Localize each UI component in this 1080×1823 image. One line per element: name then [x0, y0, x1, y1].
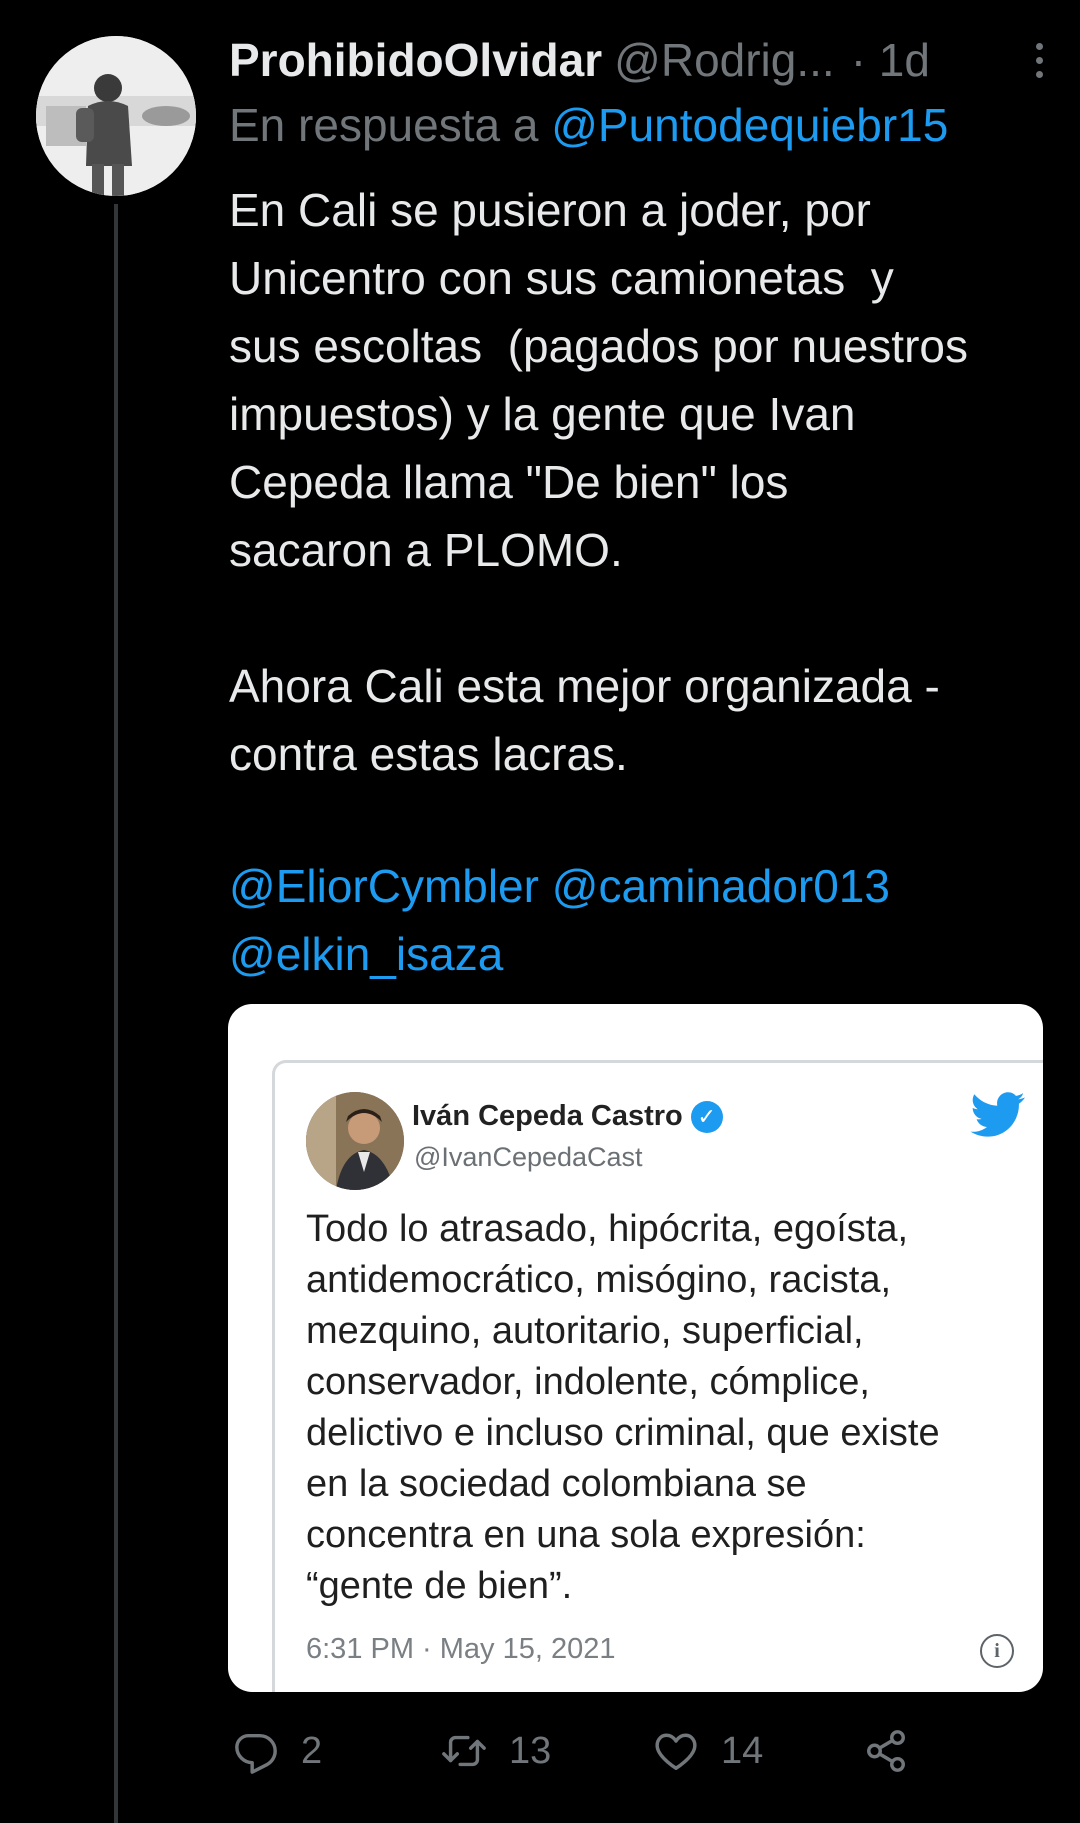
reply-button[interactable]: 2 [233, 1716, 322, 1786]
embedded-avatar [306, 1092, 404, 1190]
mention-link[interactable]: @caminador013 [552, 860, 890, 912]
attached-image[interactable]: Iván Cepeda Castro ✓ @IvanCepedaCast Tod… [228, 1004, 1043, 1692]
mention-link[interactable]: @elkin_isaza [229, 928, 503, 980]
like-count: 14 [721, 1729, 764, 1772]
embedded-date: 6:31 PM · May 15, 2021 [306, 1633, 616, 1665]
embedded-name-text: Iván Cepeda Castro [412, 1100, 683, 1132]
display-name[interactable]: ProhibidoOlvidar [229, 33, 602, 87]
like-icon [655, 1733, 697, 1770]
reply-to-link[interactable]: @Puntodequiebr15 [551, 99, 948, 151]
info-icon: i [980, 1634, 1014, 1668]
verified-badge-icon: ✓ [690, 1100, 723, 1133]
reply-count: 2 [301, 1729, 323, 1772]
mention-link[interactable]: @EliorCymbler [229, 860, 539, 912]
retweet-button[interactable]: 13 [441, 1716, 551, 1786]
tweet-text: En Cali se pusieron a joder, por Unicent… [229, 184, 968, 780]
embedded-handle: @IvanCepedaCast [414, 1142, 643, 1172]
share-icon [867, 1730, 905, 1772]
retweet-count: 13 [509, 1729, 552, 1772]
user-handle[interactable]: @Rodrig... [614, 33, 835, 87]
share-button[interactable] [863, 1716, 909, 1786]
thread-line [114, 204, 118, 1823]
like-button[interactable]: 14 [653, 1716, 763, 1786]
reply-prefix: En respuesta a [229, 99, 539, 151]
avatar[interactable] [36, 36, 196, 196]
avatar-photo [36, 36, 196, 196]
embedded-tweet-text: Todo lo atrasado, hipócrita, egoísta, an… [306, 1208, 940, 1607]
reply-icon [235, 1733, 277, 1774]
mentions: @EliorCymbler @caminador013 @elkin_isaza [229, 852, 1059, 988]
more-icon[interactable] [1036, 42, 1043, 78]
reply-context: En respuesta a @Puntodequiebr15 [229, 98, 1059, 162]
retweet-icon [442, 1735, 486, 1767]
tweet-header: ProhibidoOlvidar @Rodrig... · 1d [229, 28, 1049, 92]
embedded-display-name: Iván Cepeda Castro ✓ [412, 1100, 723, 1133]
action-bar: 2 13 14 [229, 1716, 1059, 1786]
tweet-time[interactable]: · 1d [851, 33, 930, 87]
twitter-bird-icon [970, 1092, 1025, 1137]
